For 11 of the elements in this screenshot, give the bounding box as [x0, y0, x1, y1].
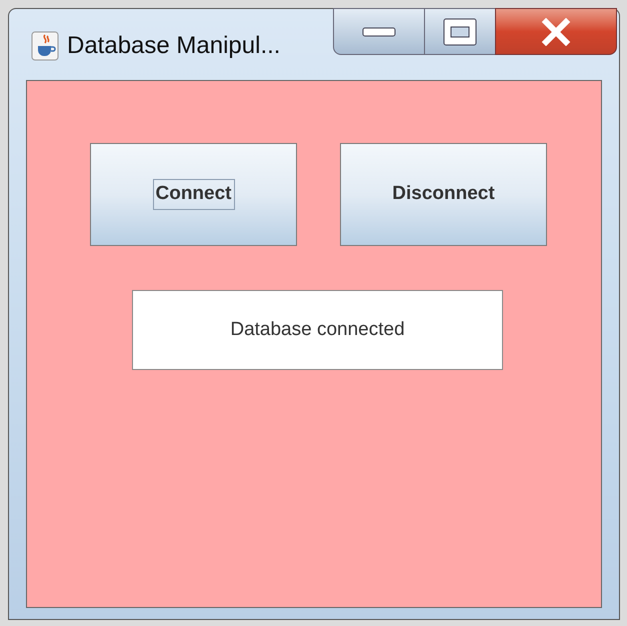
close-button[interactable] — [495, 8, 617, 55]
window-title: Database Manipul... — [67, 31, 280, 61]
minimize-button[interactable] — [333, 8, 425, 55]
maximize-button[interactable] — [425, 8, 495, 55]
status-field[interactable]: Database connected — [132, 290, 503, 370]
action-button[interactable]: Disconnect — [340, 143, 547, 246]
minimize-icon — [362, 26, 396, 36]
close-icon — [541, 18, 571, 46]
maximize-icon — [443, 18, 477, 46]
action-button[interactable]: Connect — [90, 143, 297, 246]
coffee-cup-icon — [31, 31, 59, 61]
